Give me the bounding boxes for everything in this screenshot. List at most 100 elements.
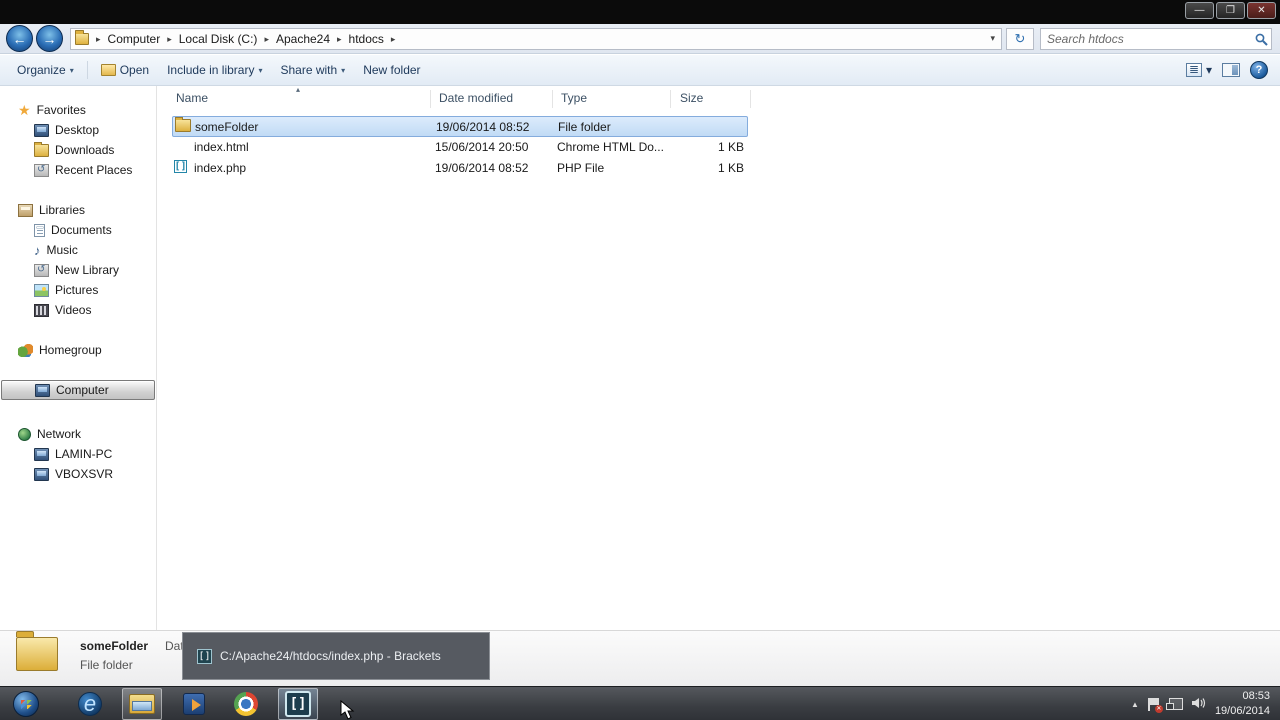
close-button[interactable]: ✕: [1247, 2, 1276, 19]
column-divider[interactable]: [430, 90, 431, 108]
mouse-cursor: [340, 699, 356, 720]
sidebar-item-vboxsvr[interactable]: VBOXSVR: [0, 464, 156, 484]
share-with-button[interactable]: Share with ▾: [271, 59, 354, 81]
documents-icon: [34, 223, 45, 237]
restore-button[interactable]: ❐: [1216, 2, 1245, 19]
file-row-somefolder[interactable]: someFolder 19/06/2014 08:52 File folder: [172, 116, 748, 137]
sidebar-item-libraries[interactable]: Libraries: [0, 200, 156, 220]
new-folder-button[interactable]: New folder: [354, 59, 429, 81]
taskbar-item-brackets[interactable]: []: [278, 688, 318, 720]
column-divider[interactable]: [750, 90, 751, 108]
clock-time: 08:53: [1242, 690, 1270, 703]
windows-orb-icon: [13, 691, 39, 717]
sort-ascending-icon: ▴: [296, 85, 301, 94]
music-icon: ♪: [34, 242, 41, 258]
tooltip-text: C:/Apache24/htdocs/index.php - Brackets: [220, 649, 441, 663]
refresh-button[interactable]: ↻: [1006, 28, 1034, 50]
column-divider[interactable]: [670, 90, 671, 108]
sidebar-item-desktop[interactable]: Desktop: [0, 120, 156, 140]
chevron-down-icon: ▾: [258, 65, 263, 75]
network-icon: [18, 427, 31, 441]
sidebar-item-documents[interactable]: Documents: [0, 220, 156, 240]
breadcrumb-computer[interactable]: Computer: [104, 30, 165, 48]
taskbar-item-media-player[interactable]: [174, 688, 214, 720]
change-view-button[interactable]: ▾: [1185, 62, 1212, 77]
breadcrumb-segment: ▸ Computer: [93, 30, 164, 48]
folder-icon: [175, 117, 191, 132]
sidebar-item-downloads[interactable]: Downloads: [0, 140, 156, 160]
file-type: PHP File: [557, 161, 605, 175]
sidebar-item-favorites[interactable]: ★ Favorites: [0, 100, 156, 120]
explorer-main: ★ Favorites Desktop Downloads Recent Pla…: [0, 85, 1280, 630]
file-name: someFolder: [195, 120, 259, 134]
breadcrumb-local-disk[interactable]: Local Disk (C:): [175, 30, 262, 48]
recent-places-icon: [34, 163, 49, 177]
show-hidden-icons-button[interactable]: ▲: [1131, 700, 1139, 709]
desktop-icon: [34, 123, 49, 137]
chevron-down-icon: ▾: [341, 65, 346, 75]
search-icon[interactable]: [1251, 33, 1271, 46]
file-rows: someFolder 19/06/2014 08:52 File folder …: [172, 116, 748, 179]
details-file-type: File folder: [80, 658, 133, 672]
column-divider[interactable]: [552, 90, 553, 108]
file-row-index-html[interactable]: index.html 15/06/2014 20:50 Chrome HTML …: [172, 137, 748, 158]
open-button[interactable]: Open: [92, 59, 158, 81]
sidebar-item-network[interactable]: Network: [0, 424, 156, 444]
views-icon: [1185, 62, 1202, 77]
sidebar-item-music[interactable]: ♪ Music: [0, 240, 156, 260]
network-tray-icon[interactable]: [1165, 698, 1183, 710]
search-box: [1040, 28, 1272, 50]
minimize-button[interactable]: —: [1185, 2, 1214, 19]
sidebar-item-lamin-pc[interactable]: LAMIN-PC: [0, 444, 156, 464]
taskbar-item-internet-explorer[interactable]: e: [70, 688, 110, 720]
sidebar-item-new-library[interactable]: New Library: [0, 260, 156, 280]
include-in-library-button[interactable]: Include in library ▾: [158, 59, 271, 81]
computer-icon: [35, 383, 50, 397]
media-player-icon: [183, 693, 205, 715]
start-button[interactable]: [6, 688, 46, 720]
organize-button[interactable]: Organize ▾: [8, 59, 83, 81]
file-type: File folder: [558, 120, 611, 134]
brackets-icon: []: [197, 648, 212, 664]
search-input[interactable]: [1041, 32, 1251, 46]
sidebar-item-homegroup[interactable]: Homegroup: [0, 340, 156, 360]
breadcrumb-htdocs[interactable]: htdocs: [345, 30, 388, 48]
file-row-index-php[interactable]: [] index.php 19/06/2014 08:52 PHP File 1…: [172, 158, 748, 179]
videos-icon: [34, 303, 49, 317]
explorer-folder-icon: [129, 694, 155, 714]
back-button[interactable]: ←: [6, 25, 33, 52]
file-type: Chrome HTML Do...: [557, 140, 664, 154]
sidebar-item-videos[interactable]: Videos: [0, 300, 156, 320]
sidebar-item-recent-places[interactable]: Recent Places: [0, 160, 156, 180]
brackets-file-icon: []: [174, 160, 187, 173]
forward-button[interactable]: →: [36, 25, 63, 52]
sidebar-item-pictures[interactable]: Pictures: [0, 280, 156, 300]
breadcrumb-segment: ▸ htdocs ▸: [334, 30, 398, 48]
chevron-down-icon: ▾: [69, 65, 74, 75]
breadcrumb-arrow-icon: ▸: [167, 33, 172, 44]
column-header-size[interactable]: Size: [680, 91, 703, 105]
taskbar-item-chrome[interactable]: [226, 688, 266, 720]
breadcrumb-arrow-icon: ▸: [96, 33, 101, 44]
breadcrumb[interactable]: ▸ Computer ▸ Local Disk (C:) ▸ Apache24 …: [70, 28, 1002, 50]
column-headers: ▴ Name Date modified Type Size: [158, 85, 1280, 110]
column-header-name[interactable]: Name: [176, 91, 208, 105]
help-button[interactable]: ?: [1250, 61, 1268, 79]
file-size: 1 KB: [717, 161, 744, 175]
breadcrumb-apache24[interactable]: Apache24: [272, 30, 334, 48]
column-header-date-modified[interactable]: Date modified: [439, 91, 513, 105]
homegroup-icon: [18, 343, 33, 357]
details-file-name: someFolder: [80, 639, 149, 653]
preview-pane-button[interactable]: [1222, 63, 1240, 77]
volume-icon[interactable]: [1191, 697, 1206, 712]
taskbar-item-explorer[interactable]: [122, 688, 162, 720]
breadcrumb-dropdown-icon[interactable]: ▾: [990, 33, 995, 44]
file-list-pane: ▴ Name Date modified Type Size someFolde…: [158, 85, 1280, 630]
column-header-type[interactable]: Type: [561, 91, 587, 105]
chevron-down-icon: ▾: [1205, 63, 1212, 77]
sidebar-item-computer[interactable]: Computer: [1, 380, 155, 400]
desktop-screen: — ❐ ✕ ← → ▸ Computer ▸ Local Disk (C:) ▸…: [0, 0, 1280, 720]
taskbar-clock[interactable]: 08:53 19/06/2014: [1215, 689, 1276, 719]
action-center-icon[interactable]: ✕: [1147, 697, 1163, 713]
file-date: 19/06/2014 08:52: [436, 120, 530, 134]
